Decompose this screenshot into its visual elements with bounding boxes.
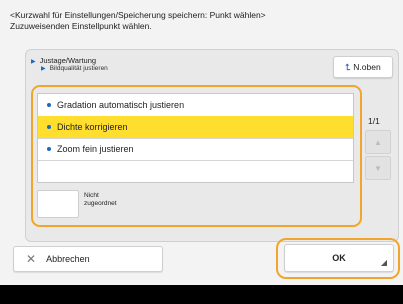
bottom-bar xyxy=(0,285,403,304)
close-icon: ✕ xyxy=(26,252,37,266)
back-up-arrow-icon: ⮤ xyxy=(345,61,351,72)
triangle-right-icon: ▶ xyxy=(41,66,46,72)
instruction-text: <Kurzwahl für Einstellungen/Speicherung … xyxy=(10,10,395,32)
unassigned-label-line-1: Nicht xyxy=(84,192,99,199)
up-level-button[interactable]: ⮤ N.oben xyxy=(333,56,393,78)
bullet-icon xyxy=(47,103,51,107)
breadcrumb-level-1: ▶ Justage/Wartung xyxy=(31,56,96,65)
list-item[interactable]: Zoom fein justieren xyxy=(38,138,353,161)
up-level-label: N.oben xyxy=(353,62,381,72)
bullet-icon xyxy=(47,125,51,129)
triangle-down-icon: ▼ xyxy=(374,163,382,173)
list-item-label: Zoom fein justieren xyxy=(57,144,134,154)
list-item-empty xyxy=(38,160,353,183)
breadcrumb-level-2: ▶ Bildqualität justieren xyxy=(41,65,108,72)
breadcrumb-level-2-label: Bildqualität justieren xyxy=(49,65,108,72)
breadcrumb-level-1-label: Justage/Wartung xyxy=(39,56,97,65)
settings-list: Gradation automatisch justieren Dichte k… xyxy=(37,93,354,183)
page-down-button[interactable]: ▼ xyxy=(365,156,391,180)
instruction-line-1: <Kurzwahl für Einstellungen/Speicherung … xyxy=(10,10,266,20)
page-up-button[interactable]: ▲ xyxy=(365,130,391,154)
ok-label: OK xyxy=(332,253,346,263)
unassigned-label: Nicht zugeordnet xyxy=(84,192,124,208)
list-item-label: Dichte korrigieren xyxy=(57,122,128,132)
instruction-line-2: Zuzuweisenden Einstellpunkt wählen. xyxy=(10,21,152,31)
ok-button[interactable]: OK ◢ xyxy=(284,244,394,272)
page-indicator: 1/1 xyxy=(368,116,380,126)
unassigned-label-line-2: zugeordnet xyxy=(84,200,117,207)
unassigned-button[interactable] xyxy=(37,190,79,218)
triangle-up-icon: ▲ xyxy=(374,137,382,147)
list-item-selected[interactable]: Dichte korrigieren xyxy=(38,116,353,139)
cancel-label: Abbrechen xyxy=(46,254,90,264)
triangle-right-icon: ▶ xyxy=(31,59,36,65)
list-item[interactable]: Gradation automatisch justieren xyxy=(38,94,353,117)
list-item-label: Gradation automatisch justieren xyxy=(57,100,185,110)
bullet-icon xyxy=(47,147,51,151)
enter-corner-icon: ◢ xyxy=(380,258,387,267)
cancel-button[interactable]: ✕ Abbrechen xyxy=(13,246,163,272)
